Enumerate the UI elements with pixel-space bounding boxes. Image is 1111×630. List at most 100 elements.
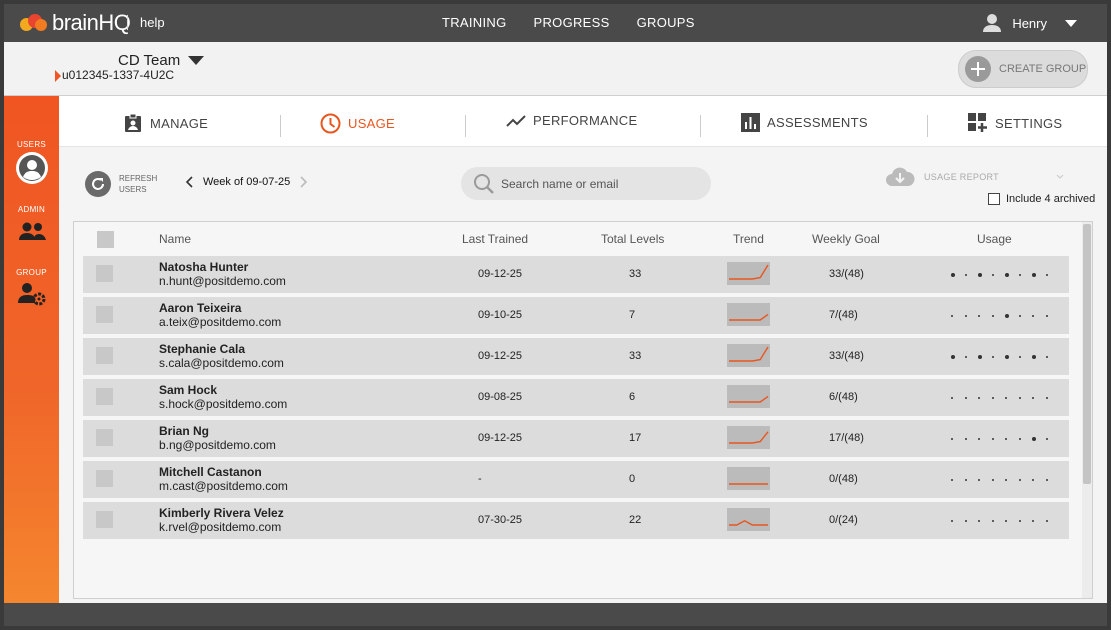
usage-report-label: USAGE REPORT [924, 172, 999, 182]
usage-dot [1032, 397, 1034, 399]
sidebar-item-label: GROUP [16, 268, 47, 277]
usage-dot [978, 479, 980, 481]
table-row[interactable]: Kimberly Rivera Velez k.rvel@positdemo.co… [83, 502, 1069, 539]
row-checkbox[interactable] [96, 470, 113, 487]
weekly-goal: 33/(48) [829, 268, 864, 280]
usage-dot [1005, 438, 1007, 440]
column-header-total-levels[interactable]: Total Levels [601, 232, 664, 246]
brain-logo-icon [20, 12, 48, 34]
user-cell[interactable]: Kimberly Rivera Velez k.rvel@positdemo.co… [159, 506, 284, 534]
sidebar: USERS ADMIN GROUP [4, 96, 59, 603]
row-checkbox[interactable] [96, 265, 113, 282]
checkbox[interactable] [988, 193, 1000, 205]
usage-dot [964, 438, 967, 440]
select-all-checkbox[interactable] [97, 231, 114, 248]
refresh-users-button[interactable]: REFRESH USERS [85, 171, 169, 197]
scrollbar-thumb[interactable] [1083, 224, 1091, 484]
user-name: Brian Ng [159, 424, 210, 438]
table-header: Name Last Trained Total Levels Trend Wee… [74, 222, 1074, 256]
create-group-button[interactable]: CREATE GROUP [958, 50, 1088, 88]
last-trained: 09-10-25 [478, 309, 523, 321]
sidebar-item-admin[interactable]: ADMIN [4, 205, 59, 245]
usage-dot [964, 274, 967, 276]
tab-label: USAGE [348, 116, 396, 131]
divider [927, 115, 928, 137]
total-levels: 33 [629, 350, 642, 362]
tab-manage[interactable]: MANAGE [123, 113, 208, 133]
user-cell[interactable]: Sam Hock s.hock@positdemo.com [159, 383, 287, 411]
nav-training[interactable]: TRAINING [442, 15, 507, 30]
usage-report-button[interactable]: USAGE REPORT [884, 166, 1065, 188]
trend-sparkline [727, 262, 770, 285]
user-email: k.rvel@positdemo.com [159, 520, 282, 534]
trend-sparkline [727, 385, 770, 408]
top-nav: TRAINING PROGRESS GROUPS [442, 15, 695, 30]
usage-dot [991, 315, 994, 317]
tab-settings[interactable]: SETTINGS [968, 113, 1062, 133]
total-levels: 6 [629, 391, 636, 403]
brainhq-logo[interactable]: brainHQ [20, 10, 131, 36]
help-link[interactable]: help [140, 15, 165, 30]
usage-dot [1018, 315, 1021, 317]
usage-dot [1045, 520, 1048, 522]
weekly-goal: 6/(48) [829, 391, 858, 403]
nav-groups[interactable]: GROUPS [637, 15, 695, 30]
row-checkbox[interactable] [96, 388, 113, 405]
chevron-left-icon[interactable] [185, 176, 193, 188]
table-row[interactable]: Mitchell Castanon m.cast@positdemo.com - 0 0… [83, 461, 1069, 498]
row-checkbox[interactable] [96, 347, 113, 364]
column-header-last-trained[interactable]: Last Trained [462, 232, 528, 246]
usage-dot [951, 315, 953, 317]
sidebar-item-users[interactable]: USERS [4, 140, 59, 187]
active-indicator [55, 70, 61, 82]
tab-assessments[interactable]: ASSESSMENTS [741, 113, 868, 132]
column-header-name[interactable]: Name [159, 232, 191, 246]
tab-label: SETTINGS [995, 115, 1063, 131]
table-row[interactable]: Stephanie Cala s.cala@positdemo.com 09-12-… [83, 338, 1069, 375]
search-input[interactable]: Search name or email [461, 167, 711, 200]
user-menu[interactable]: Henry [982, 13, 1077, 33]
user-cell[interactable]: Aaron Teixeira a.teix@positdemo.com [159, 301, 281, 329]
tab-usage[interactable]: USAGE [320, 113, 395, 134]
chevron-down-icon [188, 56, 205, 65]
usage-dot [1005, 314, 1009, 318]
usage-dot [1005, 479, 1007, 481]
usage-dot [991, 438, 994, 440]
usage-dot [1005, 273, 1009, 277]
team-header: CD Team u012345-1337-4U2C CREATE GROUP [4, 42, 1107, 96]
plus-icon [965, 56, 991, 82]
nav-progress[interactable]: PROGRESS [534, 15, 610, 30]
usage-dot [1045, 274, 1048, 276]
usage-dot [951, 355, 955, 359]
sidebar-item-group[interactable]: GROUP [4, 268, 59, 309]
table-row[interactable]: Brian Ng b.ng@positdemo.com 09-12-25 17 17/(… [83, 420, 1069, 457]
tab-performance[interactable]: PERFORMANCE [506, 113, 637, 128]
row-checkbox[interactable] [96, 306, 113, 323]
include-archived-checkbox[interactable]: Include 4 archived [988, 193, 1095, 205]
user-cell[interactable]: Mitchell Castanon m.cast@positdemo.com [159, 465, 288, 493]
usage-dot [1005, 355, 1009, 359]
table-row[interactable]: Natosha Hunter n.hunt@positdemo.com 09-12-… [83, 256, 1069, 293]
scrollbar[interactable] [1082, 222, 1092, 598]
trend-sparkline [727, 344, 770, 367]
chevron-down-icon [1065, 19, 1077, 27]
usage-dot [1045, 397, 1048, 399]
table-row[interactable]: Sam Hock s.hock@positdemo.com 09-08-25 6 6/(… [83, 379, 1069, 416]
last-trained: 09-08-25 [478, 391, 523, 403]
user-avatar-icon [983, 14, 1002, 32]
usage-dot [964, 397, 967, 399]
user-cell[interactable]: Natosha Hunter n.hunt@positdemo.com [159, 260, 286, 288]
user-cell[interactable]: Stephanie Cala s.cala@positdemo.com [159, 342, 284, 370]
app-frame: brainHQ help TRAINING PROGRESS GROUPS He… [0, 0, 1111, 630]
week-label: Week of 09-07-25 [203, 176, 291, 188]
usage-dot [951, 520, 953, 522]
user-cell[interactable]: Brian Ng b.ng@positdemo.com [159, 424, 276, 452]
table-row[interactable]: Aaron Teixeira a.teix@positdemo.com 09-10-… [83, 297, 1069, 334]
row-checkbox[interactable] [96, 429, 113, 446]
team-selector[interactable]: CD Team [118, 52, 205, 69]
weekly-goal: 0/(48) [829, 473, 858, 485]
archived-label: Include 4 archived [1006, 193, 1096, 205]
row-checkbox[interactable] [96, 511, 113, 528]
column-header-weekly-goal[interactable]: Weekly Goal [812, 232, 880, 246]
chevron-right-icon[interactable] [300, 176, 308, 188]
